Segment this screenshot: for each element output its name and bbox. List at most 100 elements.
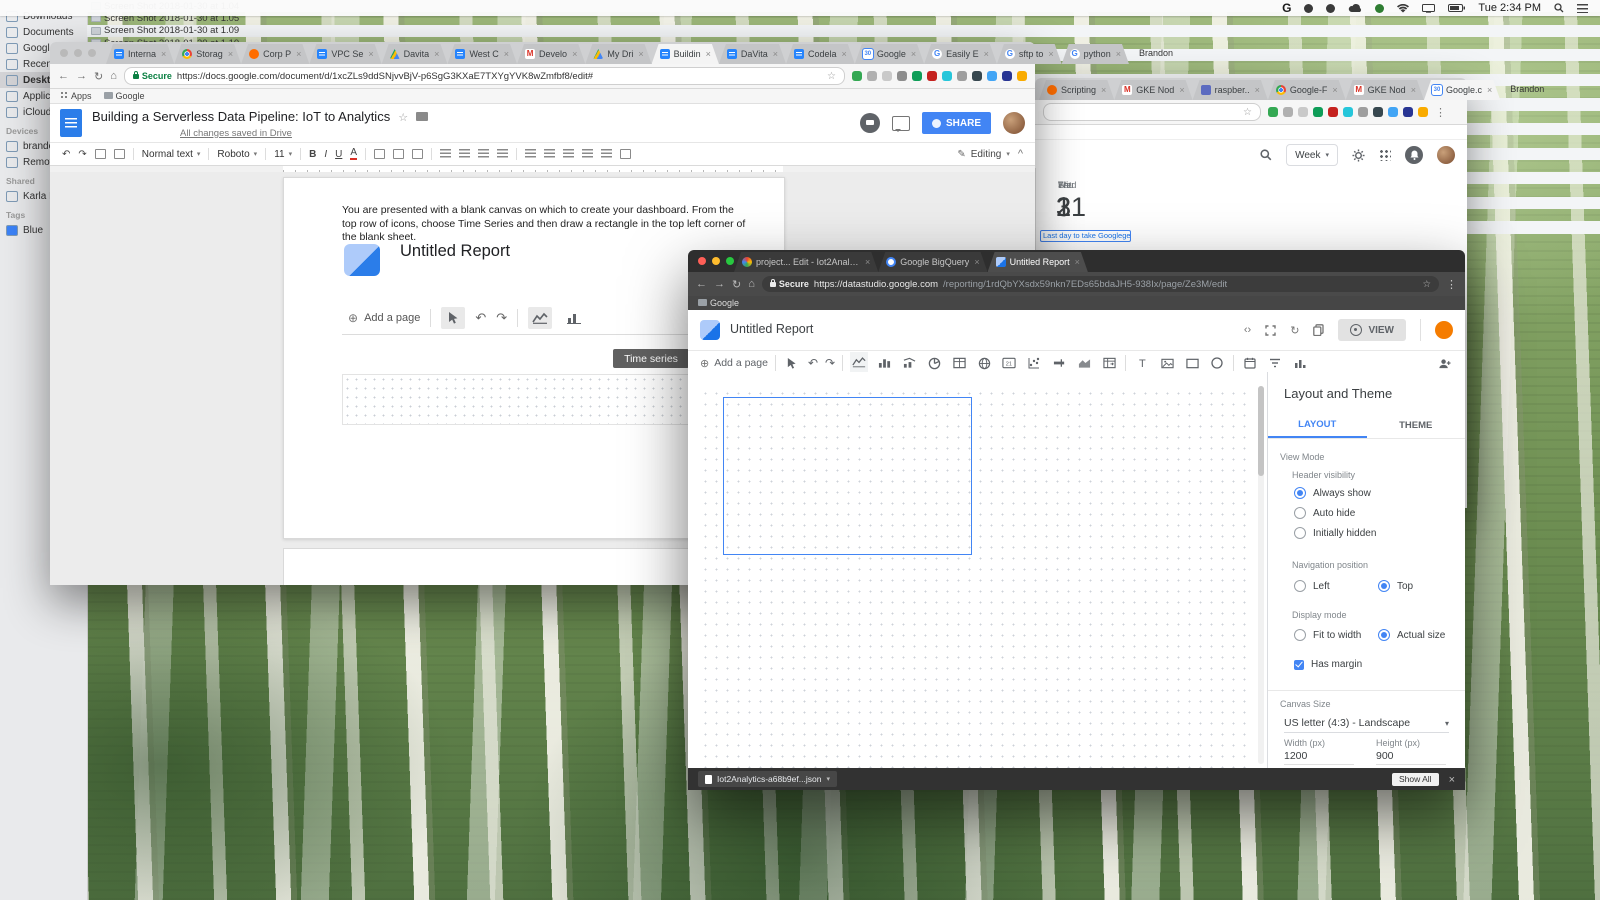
spotlight-search-icon[interactable]	[1554, 3, 1564, 13]
geo-map-tool[interactable]	[975, 353, 993, 373]
tab-close-icon[interactable]	[637, 49, 643, 59]
tab-close-icon[interactable]	[227, 49, 233, 59]
extension-icon[interactable]	[1002, 71, 1012, 81]
document-title[interactable]: Building a Serverless Data Pipeline: IoT…	[92, 109, 390, 124]
google-bookmark[interactable]: Google	[698, 298, 739, 308]
collapse-toolbar-icon[interactable]	[1018, 148, 1023, 160]
view-range-select[interactable]: Week	[1286, 144, 1338, 166]
extension-icon[interactable]	[1268, 107, 1278, 117]
browser-tab[interactable]: raspber..	[1193, 80, 1268, 100]
forward-icon[interactable]: →	[76, 70, 87, 82]
url-bar[interactable]: Secure https://docs.google.com/document/…	[124, 67, 845, 85]
tab-close-icon[interactable]	[864, 257, 870, 267]
scorecard-tool[interactable]: 21	[1000, 353, 1018, 373]
extension-icon[interactable]	[1298, 107, 1308, 117]
tab-close-icon[interactable]	[1486, 85, 1492, 95]
radio-actual-size[interactable]: Actual size	[1378, 629, 1445, 641]
extension-icon[interactable]	[1283, 107, 1293, 117]
url-bar[interactable]: Secure https://datastudio.google.com/rep…	[762, 276, 1439, 292]
downloaded-file-chip[interactable]: Iot2Analytics-a68b9ef...json	[698, 771, 837, 787]
google-docs-logo[interactable]	[60, 109, 82, 137]
radio-initially-hidden[interactable]: Initially hidden	[1294, 527, 1376, 539]
pivot-table-tool[interactable]	[1100, 353, 1118, 373]
insert-comment-icon[interactable]	[393, 149, 404, 159]
notifications-bell-icon[interactable]	[1405, 146, 1423, 164]
tab-close-icon[interactable]	[973, 257, 979, 267]
report-canvas[interactable]	[688, 372, 1267, 768]
extension-icon[interactable]	[867, 71, 877, 81]
user-avatar[interactable]	[1437, 146, 1455, 164]
zoom-icon[interactable]	[114, 149, 125, 159]
extension-icon[interactable]	[957, 71, 967, 81]
extension-icon[interactable]	[1328, 107, 1338, 117]
reload-icon[interactable]: ↻	[732, 278, 741, 291]
filter-control[interactable]	[1266, 353, 1284, 373]
date-range-control[interactable]	[1241, 353, 1259, 373]
insert-image-icon[interactable]	[412, 149, 423, 159]
tab-close-icon[interactable]	[1047, 49, 1053, 59]
canvas-scrollbar[interactable]	[1258, 386, 1264, 764]
extension-icon[interactable]	[1313, 107, 1323, 117]
back-icon[interactable]: ←	[696, 278, 707, 290]
cloud-icon[interactable]	[1348, 3, 1362, 13]
display-icon[interactable]	[1422, 4, 1435, 13]
tab-close-icon[interactable]	[705, 49, 711, 59]
chrome-profile-name[interactable]: Brandon	[1129, 48, 1183, 58]
search-icon[interactable]	[1260, 149, 1272, 161]
bullet-chart-tool[interactable]	[1050, 353, 1068, 373]
align-right-icon[interactable]	[478, 149, 489, 159]
browser-tab[interactable]: My Dri	[585, 44, 651, 64]
tab-close-icon[interactable]	[1115, 49, 1121, 59]
tab-close-icon[interactable]	[1178, 85, 1184, 95]
browser-tab[interactable]: Google-F	[1268, 80, 1346, 100]
share-button[interactable]: SHARE	[922, 112, 991, 134]
extension-icon[interactable]	[882, 71, 892, 81]
datastudio-logo[interactable]	[700, 320, 720, 340]
extension-icon[interactable]	[1418, 107, 1428, 117]
radio-fit-width[interactable]: Fit to width	[1294, 629, 1361, 641]
image-tool[interactable]	[1158, 353, 1176, 373]
extension-icon[interactable]	[927, 71, 937, 81]
browser-tab[interactable]: project... Edit - Iot2Analytics	[734, 252, 878, 272]
tab-close-icon[interactable]	[433, 49, 439, 59]
copy-report-icon[interactable]	[1313, 324, 1324, 336]
browser-tab[interactable]: DaVita	[719, 44, 786, 64]
file-row[interactable]: Screen Shot 2018-01-30 at 1.09	[87, 25, 1600, 37]
notification-center-icon[interactable]	[1577, 4, 1588, 13]
tab-close-icon[interactable]	[1074, 257, 1080, 267]
extension-icon[interactable]	[987, 71, 997, 81]
browser-tab[interactable]: West C	[447, 44, 517, 64]
tab-close-icon[interactable]	[503, 49, 509, 59]
add-page-button[interactable]: Add a page	[700, 357, 768, 370]
move-folder-icon[interactable]	[416, 112, 428, 121]
tab-close-icon[interactable]	[295, 49, 301, 59]
width-input[interactable]: 1200	[1284, 750, 1354, 765]
browser-tab[interactable]: Davita	[382, 44, 448, 64]
tab-close-icon[interactable]	[841, 49, 847, 59]
extension-icon[interactable]	[897, 71, 907, 81]
extension-icon[interactable]	[1373, 107, 1383, 117]
tab-close-icon[interactable]	[571, 49, 577, 59]
embed-code-icon[interactable]: ‹›	[1244, 324, 1251, 336]
comment-history-icon[interactable]	[860, 113, 880, 133]
tab-close-icon[interactable]	[1331, 85, 1337, 95]
chrome-menu-icon[interactable]	[1435, 103, 1446, 121]
report-title[interactable]: Untitled Report	[730, 322, 821, 336]
extension-icon[interactable]	[942, 71, 952, 81]
area-chart-tool[interactable]	[1075, 353, 1093, 373]
align-center-icon[interactable]	[459, 149, 470, 159]
numbered-list-icon[interactable]	[544, 149, 555, 159]
evernote-icon[interactable]	[1375, 4, 1384, 13]
insert-link-icon[interactable]	[374, 149, 385, 159]
status-dot-icon[interactable]	[1304, 4, 1313, 13]
has-margin-checkbox[interactable]: Has margin	[1294, 659, 1362, 670]
url-bar[interactable]	[1043, 103, 1261, 121]
tab-close-icon[interactable]	[1254, 85, 1260, 95]
font-size-select[interactable]: 11	[274, 149, 292, 160]
redo-button[interactable]: ↷	[825, 356, 835, 370]
tab-close-icon[interactable]	[367, 49, 373, 59]
reload-icon[interactable]: ↻	[94, 70, 103, 83]
clear-formatting-icon[interactable]	[620, 149, 631, 159]
underline-button[interactable]: U	[335, 149, 342, 160]
browser-tab[interactable]: Scripting	[1039, 80, 1114, 100]
